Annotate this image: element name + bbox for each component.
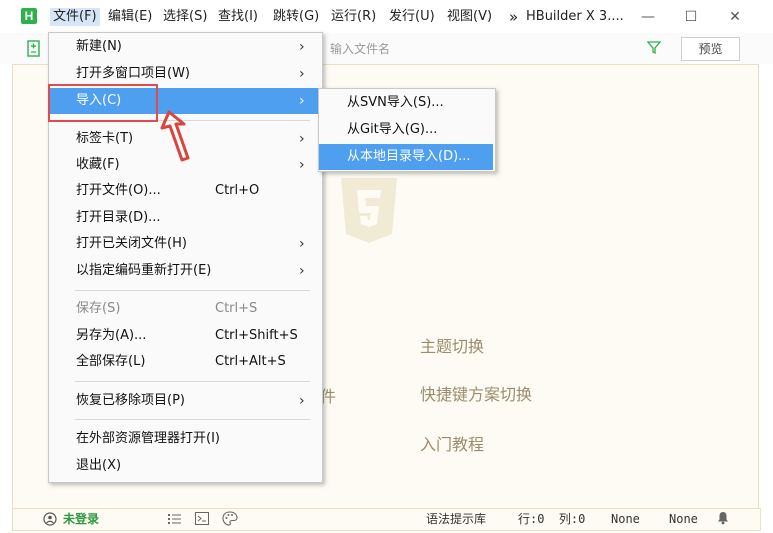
annotation-arrow-icon: [160, 110, 194, 166]
file-search-input[interactable]: 输入文件名: [330, 39, 650, 59]
encoding-status[interactable]: None: [611, 511, 640, 527]
menu-item-exit[interactable]: 退出(X): [49, 453, 320, 479]
menu-item-label: 打开目录(D)...: [76, 210, 161, 225]
chevron-right-icon: ›: [299, 93, 305, 109]
language-status[interactable]: None: [669, 511, 698, 527]
hbuilder-logo-icon: H: [21, 8, 37, 24]
menu-file[interactable]: 文件(F): [50, 8, 100, 26]
menu-item-open-in-explorer[interactable]: 在外部资源管理器打开(I): [49, 426, 320, 452]
menu-item-save[interactable]: 保存(S) Ctrl+S: [49, 296, 320, 322]
menu-separator: [75, 290, 310, 291]
chevron-right-icon: ›: [299, 263, 305, 279]
close-icon[interactable]: ✕: [720, 6, 750, 28]
menu-item-open-file[interactable]: 打开文件(O)... Ctrl+O: [49, 178, 320, 204]
keymap-switch-link[interactable]: 快捷键方案切换: [420, 381, 532, 405]
preview-button[interactable]: 预览: [681, 37, 740, 61]
submenu-item-import-local-directory[interactable]: 从本地目录导入(D)...: [319, 144, 493, 170]
menu-view[interactable]: 视图(V): [444, 8, 495, 26]
menu-item-label: 以指定编码重新打开(E): [76, 263, 212, 278]
menu-item-shortcut: Ctrl+Alt+S: [215, 354, 286, 369]
menu-select[interactable]: 选择(S): [160, 8, 210, 26]
menu-item-open-closed-file[interactable]: 打开已关闭文件(H) ›: [49, 231, 320, 257]
new-file-icon[interactable]: [26, 40, 42, 62]
menu-release[interactable]: 发行(U): [386, 8, 438, 26]
filter-icon[interactable]: [646, 40, 662, 58]
list-icon[interactable]: [168, 513, 181, 529]
submenu-item-import-git[interactable]: 从Git导入(G)...: [319, 117, 493, 143]
menu-item-label: 收藏(F): [76, 157, 120, 172]
menu-item-shortcut: Ctrl+Shift+S: [215, 328, 298, 343]
window-title: HBuilder X 3....: [526, 9, 624, 24]
menu-item-label: 打开已关闭文件(H): [76, 236, 187, 251]
menu-item-save-as[interactable]: 另存为(A)... Ctrl+Shift+S: [49, 323, 320, 349]
menu-item-reopen-with-encoding[interactable]: 以指定编码重新打开(E) ›: [49, 258, 320, 284]
menu-find[interactable]: 查找(I): [215, 8, 261, 26]
submenu-item-label: 从Git导入(G)...: [347, 122, 438, 137]
chevron-right-icon: ›: [299, 39, 305, 55]
menu-item-label: 在外部资源管理器打开(I): [76, 431, 220, 446]
menu-item-save-all[interactable]: 全部保存(L) Ctrl+Alt+S: [49, 349, 320, 375]
cursor-position[interactable]: 行:0 列:0: [518, 511, 585, 527]
notification-bell-icon[interactable]: [716, 511, 730, 529]
menu-run[interactable]: 运行(R): [328, 8, 379, 26]
menu-separator: [75, 381, 310, 382]
menu-overflow-icon[interactable]: »: [506, 8, 521, 26]
menu-item-label: 恢复已移除项目(P): [76, 393, 185, 408]
annotation-highlight-box: [48, 84, 158, 122]
menu-separator: [75, 419, 310, 420]
menu-item-label: 保存(S): [76, 301, 121, 316]
menu-item-label: 标签卡(T): [76, 131, 134, 146]
menu-item-shortcut: Ctrl+O: [215, 183, 260, 198]
submenu-item-label: 从本地目录导入(D)...: [347, 149, 471, 164]
chevron-right-icon: ›: [299, 66, 305, 82]
palette-icon[interactable]: [222, 511, 238, 530]
submenu-item-label: 从SVN导入(S)...: [347, 95, 444, 110]
minimize-icon[interactable]: —: [633, 6, 663, 28]
menu-item-label: 另存为(A)...: [76, 328, 147, 343]
menu-item-label: 打开文件(O)...: [76, 183, 161, 198]
syntax-library[interactable]: 语法提示库: [426, 511, 486, 527]
theme-switch-link[interactable]: 主题切换: [420, 333, 484, 357]
submenu-item-import-svn[interactable]: 从SVN导入(S)...: [319, 90, 493, 116]
user-icon: [43, 512, 57, 530]
getting-started-link[interactable]: 入门教程: [420, 431, 484, 455]
chevron-right-icon: ›: [299, 131, 305, 147]
menu-goto[interactable]: 跳转(G): [270, 8, 322, 26]
html5-watermark-icon: [339, 176, 399, 250]
menu-edit[interactable]: 编辑(E): [105, 8, 155, 26]
menu-item-label: 全部保存(L): [76, 354, 146, 369]
maximize-icon[interactable]: ☐: [676, 6, 706, 28]
menu-item-restore-removed-project[interactable]: 恢复已移除项目(P) ›: [49, 388, 320, 414]
status-bar: [12, 508, 761, 531]
terminal-icon[interactable]: [195, 512, 209, 529]
menu-item-open-directory[interactable]: 打开目录(D)...: [49, 205, 320, 231]
chevron-right-icon: ›: [299, 157, 305, 173]
chevron-right-icon: ›: [299, 236, 305, 252]
chevron-right-icon: ›: [299, 393, 305, 409]
menu-item-label: 退出(X): [76, 458, 122, 473]
menu-item-new[interactable]: 新建(N) ›: [49, 34, 320, 60]
menu-item-shortcut: Ctrl+S: [215, 301, 258, 316]
menu-item-label: 新建(N): [76, 39, 122, 54]
login-status[interactable]: 未登录: [63, 511, 99, 527]
